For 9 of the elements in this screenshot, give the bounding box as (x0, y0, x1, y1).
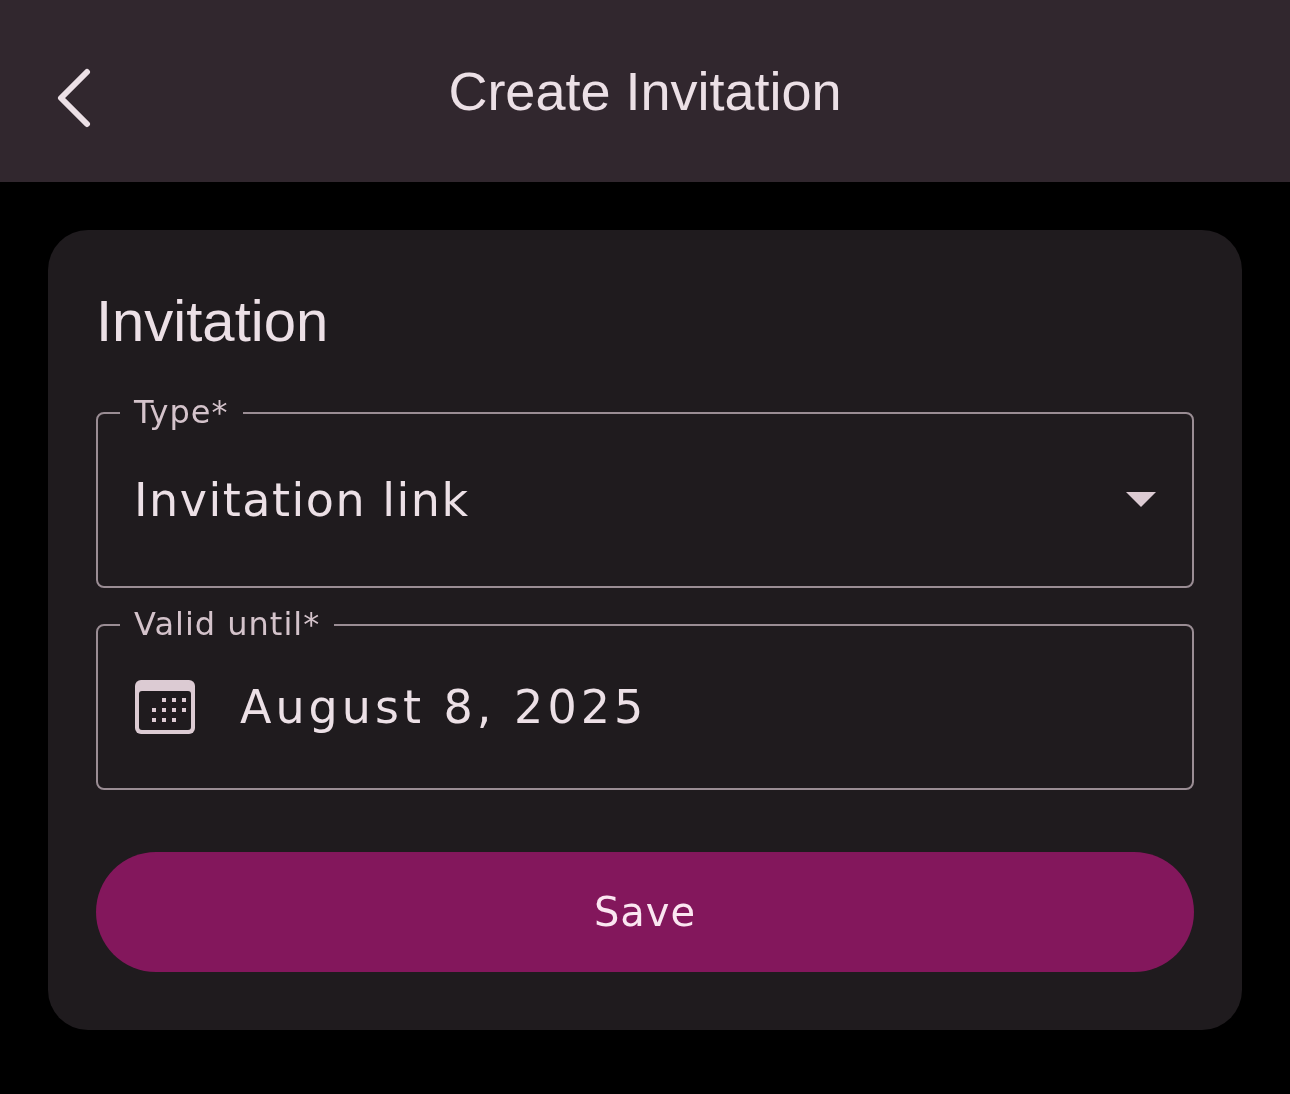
save-button[interactable]: Save (96, 852, 1194, 972)
calendar-icon (134, 679, 196, 735)
field-value: Invitation link (134, 473, 471, 527)
field-value: August 8, 2025 (240, 680, 649, 734)
back-button[interactable] (56, 68, 92, 128)
card-title: Invitation (96, 287, 330, 355)
dropdown-caret-icon (1126, 492, 1156, 508)
screen-title: Create Invitation (448, 60, 842, 122)
back-icon (56, 68, 92, 128)
